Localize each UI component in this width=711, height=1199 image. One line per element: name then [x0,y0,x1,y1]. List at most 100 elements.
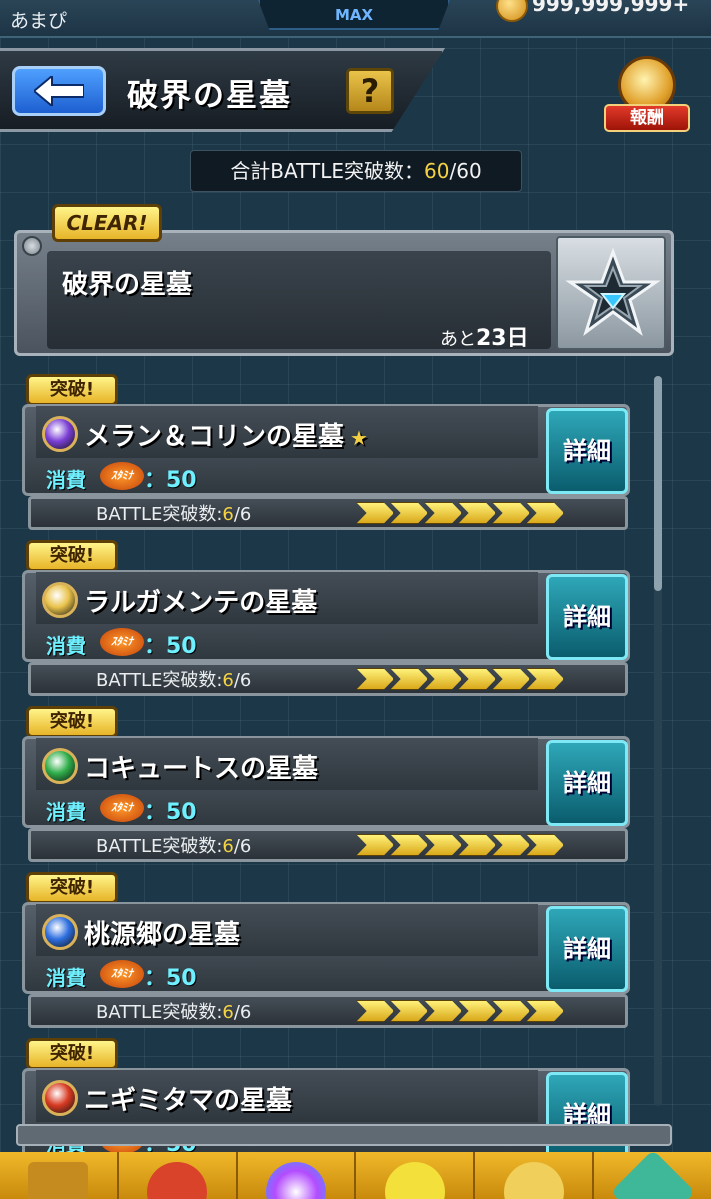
list-bottom-frame [16,1124,672,1146]
nav-gacha[interactable] [238,1152,357,1199]
detail-button[interactable]: 詳細 [546,408,628,494]
progress-arrow-icon [356,834,394,856]
help-button[interactable]: ? [346,68,394,114]
nav-monster[interactable] [119,1152,238,1199]
cost-label: 消費 [46,800,86,824]
stamina-icon: ｽﾀﾐﾅ [100,960,144,988]
quest-name: コキュートスの星墓 [84,748,324,785]
progress-arrow-icon [424,668,462,690]
nav-other[interactable] [594,1149,711,1199]
progress-arrow-icon [356,502,394,524]
cost-value: ：50 [144,966,197,991]
quest-name: ラルガメンテの星墓 [84,582,323,619]
player-name: あまぴ [10,10,68,32]
detail-button[interactable]: 詳細 [546,574,628,660]
element-icon [42,1080,78,1116]
progress-label: BATTLE突破数: [96,670,223,691]
detail-button[interactable]: 詳細 [546,740,628,826]
breakthrough-tag: 突破! [26,706,118,738]
progress-label: BATTLE突破数: [96,1002,223,1023]
cost-label: 消費 [46,468,86,492]
nav-quest[interactable] [356,1152,476,1199]
breakthrough-tag: 突破! [26,872,118,904]
progress-total: /6 [233,670,252,691]
days-prefix: あと [440,329,476,350]
total-label: 合計BATTLE突破数： [230,159,425,183]
rivet-icon [22,236,42,256]
quest-icon [384,1162,445,1199]
cost-label: 消費 [46,966,86,990]
progress-current: 6 [222,670,234,691]
cost-value: ：50 [144,468,197,493]
quest-name-text: ニギミタマの星墓 [84,1086,293,1116]
status-bar: あまぴ MAX 999,999,999+ [0,0,711,38]
quest-name: ニギミタマの星墓 [84,1080,298,1117]
quest-name-text: コキュートスの星墓 [84,754,319,784]
stamina-icon: ｽﾀﾐﾅ [100,794,144,822]
progress-arrow-icon [458,1000,496,1022]
progress-arrow-icon [390,668,428,690]
back-button[interactable] [12,66,106,116]
star-emblem-icon [556,236,666,350]
breakthrough-tag: 突破! [26,374,118,406]
progress-arrow-icon [390,834,428,856]
progress-total: /6 [233,504,252,525]
element-icon [42,582,78,618]
total-max: /60 [449,159,482,183]
detail-button[interactable]: 詳細 [546,906,628,992]
progress-current: 6 [222,836,234,857]
clear-badge: CLEAR! [52,204,162,242]
nav-home[interactable] [0,1152,119,1199]
page-title: 破界の星墓 [127,78,292,114]
cost-value: ：50 [144,800,197,825]
monster-icon [147,1162,208,1199]
nav-shop[interactable] [475,1152,595,1199]
cost-value: ：50 [144,634,197,659]
total-current: 60 [424,159,450,183]
back-arrow-icon [34,76,84,106]
progress-arrow-icon [492,834,530,856]
element-icon [42,914,78,950]
shop-icon [503,1162,564,1199]
progress-arrows [356,668,584,692]
total-battle-count: 合計BATTLE突破数：60/60 [190,150,522,192]
quest-item[interactable]: 突破! メラン＆コリンの星墓 ★ 消費 ｽﾀﾐﾅ ：50 詳細 BATTLE突破数:6/6 [20,374,632,534]
quest-name-text: 桃源郷の星墓 [84,920,241,950]
scrollbar-thumb[interactable] [654,376,662,591]
progress-current: 6 [222,1002,234,1023]
menu-icon [610,1149,695,1199]
progress-arrow-icon [492,668,530,690]
reward-button[interactable]: 報酬 [600,52,692,136]
element-icon [42,416,78,452]
reward-label: 報酬 [604,104,690,132]
quest-name-text: メラン＆コリンの星墓 [84,422,345,452]
stamina-icon: ｽﾀﾐﾅ [100,462,144,490]
stamina-gauge: MAX [258,0,450,30]
breakthrough-tag: 突破! [26,540,118,572]
progress-arrow-icon [526,834,564,856]
stamina-icon: ｽﾀﾐﾅ [100,628,144,656]
quest-item[interactable]: 突破! コキュートスの星墓消費 ｽﾀﾐﾅ ：50 詳細 BATTLE突破数:6/6 [20,706,632,866]
progress-arrow-icon [492,1000,530,1022]
progress-arrows [356,1000,584,1024]
progress-arrow-icon [424,834,462,856]
battle-progress: BATTLE突破数:6/6 [96,832,251,858]
progress-arrow-icon [424,502,462,524]
progress-label: BATTLE突破数: [96,504,223,525]
quest-item[interactable]: 突破! ラルガメンテの星墓 消費 ｽﾀﾐﾅ ：50 詳細 BATTLE突破数:6/6 [20,540,632,700]
battle-progress: BATTLE突破数:6/6 [96,998,251,1024]
progress-arrows [356,834,584,858]
quest-name-text: ラルガメンテの星墓 [84,588,318,618]
coin-count: 999,999,999+ [532,0,690,16]
days-value: 23日 [476,326,529,351]
progress-arrow-icon [390,1000,428,1022]
progress-total: /6 [233,836,252,857]
battle-progress: BATTLE突破数:6/6 [96,500,251,526]
quest-item[interactable]: 突破! 桃源郷の星墓消費 ｽﾀﾐﾅ ：50 詳細 BATTLE突破数:6/6 [20,872,632,1032]
days-remaining: あと23日 [440,320,529,352]
star-icon: ★ [350,426,368,450]
quest-name: メラン＆コリンの星墓 ★ [84,416,368,453]
home-icon [28,1162,89,1199]
gacha-orb-icon [266,1162,327,1199]
banner-title: 破界の星墓 [62,270,193,300]
